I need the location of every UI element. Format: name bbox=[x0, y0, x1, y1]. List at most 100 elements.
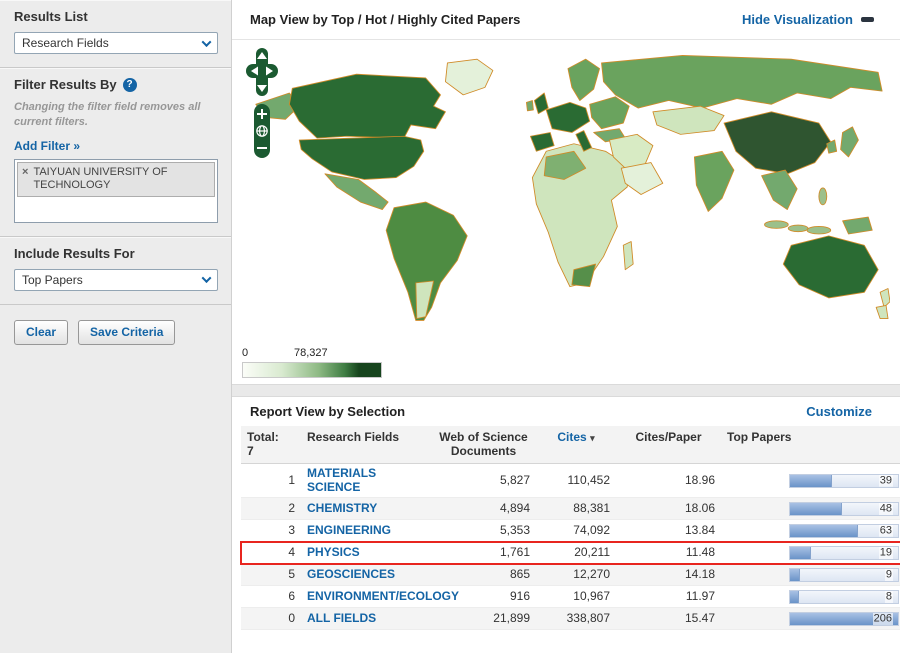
bar-value-label: 9 bbox=[884, 568, 893, 582]
docs-cell: 1,761 bbox=[431, 540, 536, 565]
rank-cell: 2 bbox=[241, 497, 301, 521]
field-link[interactable]: GEOSCIENCES bbox=[307, 567, 395, 582]
bar-fill bbox=[790, 524, 858, 537]
cites-cell: 88,381 bbox=[536, 497, 616, 521]
cites-per-paper-cell: 15.47 bbox=[616, 607, 721, 631]
map-pan-control[interactable] bbox=[246, 48, 278, 96]
results-list-panel: Results List Research Fields bbox=[0, 0, 231, 68]
total-label: Total: bbox=[247, 430, 279, 444]
collapse-icon bbox=[861, 17, 874, 22]
rank-cell: 0 bbox=[241, 607, 301, 631]
field-link[interactable]: MATERIALS SCIENCE bbox=[307, 466, 425, 495]
top-papers-bar: 9 bbox=[789, 568, 899, 583]
col-header-cites-sort[interactable]: Cites ▾ bbox=[536, 426, 616, 464]
report-view-title: Report View by Selection bbox=[250, 404, 406, 419]
legend-min-label: 0 bbox=[242, 347, 249, 359]
cites-per-paper-cell: 18.96 bbox=[616, 463, 721, 499]
hide-visualization-link[interactable]: Hide Visualization bbox=[742, 12, 874, 27]
table-row: 6 ENVIRONMENT/ECOLOGY 916 10,967 11.97 8 bbox=[241, 585, 900, 609]
col-header-wos-documents: Web of Science Documents bbox=[431, 426, 536, 464]
bar-value-label: 8 bbox=[884, 590, 893, 603]
bar-value-label: 19 bbox=[878, 546, 893, 559]
filter-tag-label: TAIYUAN UNIVERSITY OF TECHNOLOGY bbox=[33, 165, 168, 192]
include-results-dropdown-value: Top Papers bbox=[22, 272, 83, 287]
rank-cell: 1 bbox=[241, 463, 301, 499]
report-table: Total: 7 Research Fields Web of Science … bbox=[240, 426, 900, 631]
esi-application: Results List Research Fields Filter Resu… bbox=[0, 0, 900, 653]
filter-title-text: Filter Results By bbox=[14, 77, 117, 92]
legend-max-label: 78,327 bbox=[294, 347, 328, 359]
filter-title: Filter Results By ? bbox=[14, 77, 217, 92]
filter-hint: Changing the filter field removes all cu… bbox=[14, 101, 201, 128]
rank-cell: 6 bbox=[241, 585, 301, 609]
cites-per-paper-cell: 14.18 bbox=[616, 563, 721, 587]
bar-value-label: 48 bbox=[878, 502, 893, 515]
map-view-title: Map View by Top / Hot / Highly Cited Pap… bbox=[250, 12, 521, 27]
include-results-dropdown[interactable]: Top Papers bbox=[14, 268, 218, 291]
field-link[interactable]: ENGINEERING bbox=[307, 523, 391, 538]
field-link[interactable]: PHYSICS bbox=[307, 545, 360, 560]
include-results-title: Include Results For bbox=[14, 245, 135, 261]
cites-cell: 12,270 bbox=[536, 563, 616, 587]
bar-fill bbox=[790, 590, 799, 603]
map-visualization: 0 78,327 bbox=[232, 40, 900, 384]
chevron-down-icon bbox=[201, 36, 212, 47]
remove-filter-icon[interactable]: × bbox=[22, 166, 28, 194]
bar-fill bbox=[790, 502, 842, 515]
section-divider bbox=[232, 384, 900, 397]
customize-link[interactable]: Customize bbox=[806, 404, 872, 419]
top-papers-bar: 48 bbox=[789, 501, 899, 516]
table-row: 0 ALL FIELDS 21,899 338,807 15.47 206 bbox=[241, 607, 900, 631]
rank-cell: 4 bbox=[240, 540, 301, 565]
filter-tag[interactable]: × TAIYUAN UNIVERSITY OF TECHNOLOGY bbox=[17, 161, 215, 198]
cites-per-paper-cell: 11.97 bbox=[616, 585, 721, 609]
col-header-research-fields: Research Fields bbox=[301, 426, 431, 464]
top-papers-bar: 206 bbox=[789, 611, 899, 626]
cites-cell: 74,092 bbox=[536, 519, 616, 543]
hide-visualization-label: Hide Visualization bbox=[741, 12, 853, 27]
col-header-cites-per-paper: Cites/Paper bbox=[616, 426, 721, 464]
top-papers-bar: 39 bbox=[789, 473, 899, 488]
include-results-panel: Include Results For Top Papers bbox=[0, 237, 231, 305]
active-filters-box: × TAIYUAN UNIVERSITY OF TECHNOLOGY bbox=[14, 158, 218, 223]
clear-button[interactable]: Clear bbox=[14, 319, 69, 345]
legend-gradient-bar bbox=[242, 362, 382, 378]
results-list-dropdown-value: Research Fields bbox=[22, 36, 109, 50]
save-criteria-button[interactable]: Save Criteria bbox=[78, 319, 176, 345]
cites-cell: 338,807 bbox=[536, 607, 616, 631]
filter-panel: Filter Results By ? Changing the filter … bbox=[0, 68, 231, 237]
map-zoom-control[interactable] bbox=[253, 104, 271, 158]
bar-fill bbox=[790, 546, 811, 559]
table-row: 5 GEOSCIENCES 865 12,270 14.18 9 bbox=[241, 563, 900, 587]
sidebar-actions: Clear Save Criteria bbox=[0, 305, 231, 360]
field-link[interactable]: ALL FIELDS bbox=[307, 611, 376, 626]
report-view-header: Report View by Selection Customize bbox=[232, 397, 900, 426]
bar-fill bbox=[790, 569, 800, 582]
results-list-title: Results List bbox=[14, 9, 88, 24]
bar-value-label: 39 bbox=[878, 474, 893, 487]
col-header-total: Total: 7 bbox=[241, 426, 301, 464]
col-header-top-papers: Top Papers bbox=[721, 426, 900, 464]
cites-per-paper-cell: 13.84 bbox=[616, 519, 721, 543]
world-map-choropleth[interactable] bbox=[238, 46, 890, 328]
add-filter-link[interactable]: Add Filter » bbox=[14, 139, 80, 153]
sidebar: Results List Research Fields Filter Resu… bbox=[0, 0, 232, 653]
docs-cell: 4,894 bbox=[431, 497, 536, 521]
field-link[interactable]: CHEMISTRY bbox=[307, 501, 377, 516]
cites-per-paper-cell: 18.06 bbox=[616, 497, 721, 521]
docs-cell: 5,827 bbox=[431, 463, 536, 499]
results-list-dropdown[interactable]: Research Fields bbox=[14, 32, 218, 54]
docs-cell: 865 bbox=[431, 563, 536, 587]
cites-sort-label: Cites bbox=[557, 430, 587, 444]
top-papers-bar: 8 bbox=[789, 589, 899, 604]
cites-cell: 110,452 bbox=[536, 463, 616, 499]
table-row: 3 ENGINEERING 5,353 74,092 13.84 63 bbox=[241, 519, 900, 543]
bar-value-label: 63 bbox=[878, 524, 893, 537]
bar-fill bbox=[790, 474, 832, 487]
field-link[interactable]: ENVIRONMENT/ECOLOGY bbox=[307, 589, 459, 604]
help-icon[interactable]: ? bbox=[122, 77, 137, 92]
chevron-down-icon bbox=[201, 273, 212, 284]
map-legend: 0 78,327 bbox=[242, 347, 382, 378]
map-controls bbox=[246, 48, 278, 158]
table-row-highlighted: 4 PHYSICS 1,761 20,211 11.48 19 bbox=[240, 540, 900, 565]
